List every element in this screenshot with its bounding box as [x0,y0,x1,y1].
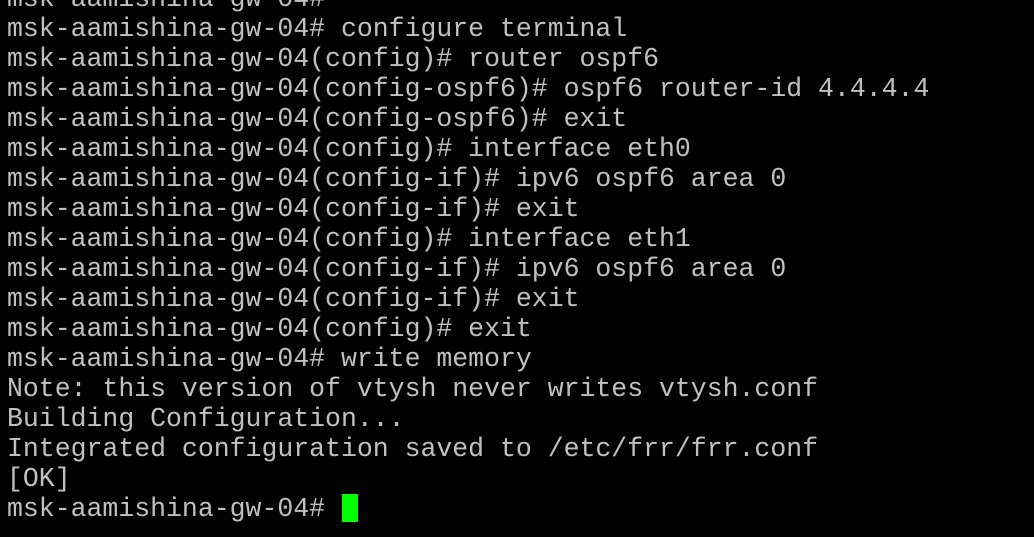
terminal-line: msk-aamishina-gw-04(config)# router ospf… [7,44,660,74]
terminal-line: msk-aamishina-gw-04# configure terminal [7,14,628,44]
terminal-line: msk-aamishina-gw-04(config)# exit [7,314,532,344]
terminal-line: msk-aamishina-gw-04(config-ospf6)# ospf6… [7,74,930,104]
terminal-line: msk-aamishina-gw-04(config-ospf6)# exit [7,104,628,134]
terminal-line: msk-aamishina-gw-04(config-if)# exit [7,284,580,314]
terminal-line: msk-aamishina-gw-04# [7,0,929,14]
terminal-line: Note: this version of vtysh never writes… [7,374,819,404]
terminal-line: msk-aamishina-gw-04(config)# interface e… [7,224,691,254]
terminal-cursor [341,494,358,522]
terminal-line: msk-aamishina-gw-04# write memory [7,344,532,374]
terminal-line: msk-aamishina-gw-04(config-if)# exit [7,194,580,224]
terminal-line: [OK] [7,464,71,494]
terminal-prompt: msk-aamishina-gw-04# [7,494,341,524]
terminal-line: msk-aamishina-gw-04(config-if)# ipv6 osp… [7,254,787,284]
terminal-line: msk-aamishina-gw-04(config)# interface e… [7,134,691,164]
terminal-window[interactable]: msk-aamishina-gw-04# msk-aamishina-gw-04… [0,0,1034,537]
terminal-line: Building Configuration... [7,404,405,434]
terminal-line: msk-aamishina-gw-04(config-if)# ipv6 osp… [7,164,787,194]
terminal-output: msk-aamishina-gw-04# msk-aamishina-gw-04… [7,0,929,524]
terminal-input-line[interactable]: msk-aamishina-gw-04# [7,494,929,524]
terminal-line: Integrated configuration saved to /etc/f… [7,434,819,464]
